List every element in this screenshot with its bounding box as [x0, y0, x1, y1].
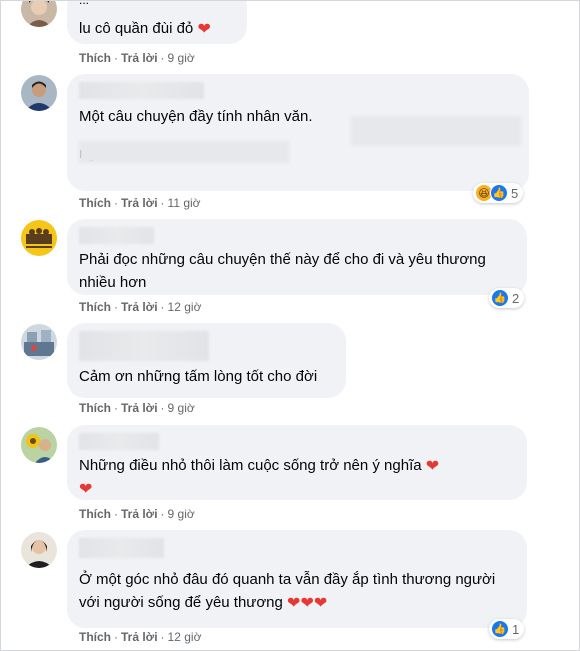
- heart-icon: ❤: [287, 595, 301, 612]
- commenter-name[interactable]: [79, 433, 159, 450]
- avatar[interactable]: [21, 324, 57, 360]
- commenter-name[interactable]: [79, 227, 154, 244]
- commenter-name[interactable]: ...: [79, 1, 235, 8]
- like-reaction-icon: 👍: [491, 289, 509, 307]
- commenter-name[interactable]: [79, 538, 164, 558]
- commenter-name[interactable]: [79, 82, 204, 99]
- comment-bubble: Ở một góc nhỏ đâu đó quanh ta vẫn đầy ắp…: [67, 530, 527, 628]
- comment-bubble: Phải đọc những câu chuyện thế này để cho…: [67, 219, 527, 295]
- comment-actions: Thích · Trả lời · 12 giờ: [79, 300, 202, 314]
- reaction-count: 1: [512, 621, 520, 637]
- reaction-summary[interactable]: 👍 1: [489, 619, 525, 639]
- heart-icon: ❤: [197, 21, 211, 38]
- reply-button[interactable]: Trả lời: [121, 196, 158, 210]
- timestamp[interactable]: 11 giờ: [168, 196, 201, 210]
- reply-button[interactable]: Trả lời: [121, 630, 158, 644]
- commenter-name[interactable]: [79, 331, 209, 361]
- avatar[interactable]: [21, 75, 57, 111]
- like-reaction-icon: 👍: [491, 620, 509, 638]
- comment-bubble: Cảm ơn những tấm lòng tốt cho đời: [67, 323, 346, 398]
- reaction-summary[interactable]: 👍 2: [489, 288, 525, 308]
- reply-button[interactable]: Trả lời: [121, 401, 158, 415]
- like-button[interactable]: Thích: [79, 507, 111, 521]
- like-button[interactable]: Thích: [79, 300, 111, 314]
- heart-icon: ❤: [300, 595, 314, 612]
- heart-icon: ❤: [425, 458, 440, 475]
- reply-button[interactable]: Trả lời: [121, 507, 158, 521]
- comment-actions: Thích · Trả lời · 9 giờ: [79, 401, 195, 415]
- comment-actions: Thích · Trả lời · 9 giờ: [79, 51, 195, 65]
- like-reaction-icon: 👍: [490, 184, 508, 202]
- like-button[interactable]: Thích: [79, 51, 111, 65]
- timestamp[interactable]: 12 giờ: [168, 300, 202, 314]
- like-button[interactable]: Thích: [79, 630, 111, 644]
- comment-text: Những điều nhỏ thôi làm cuộc sống trở nê…: [79, 457, 422, 474]
- avatar[interactable]: [21, 1, 57, 27]
- timestamp[interactable]: 12 giờ: [168, 630, 202, 644]
- redacted-text: [79, 141, 289, 163]
- reply-button[interactable]: Trả lời: [121, 300, 158, 314]
- timestamp[interactable]: 9 giờ: [168, 401, 195, 415]
- comment-actions: Thích · Trả lời · 12 giờ: [79, 630, 202, 644]
- avatar[interactable]: [21, 532, 57, 568]
- like-button[interactable]: Thích: [79, 196, 111, 210]
- timestamp[interactable]: 9 giờ: [168, 51, 195, 65]
- comment-text: lu cô quần đùi đỏ: [79, 20, 194, 37]
- comment-bubble: Những điều nhỏ thôi làm cuộc sống trở nê…: [67, 425, 527, 500]
- avatar[interactable]: [21, 427, 57, 463]
- reaction-count: 2: [512, 290, 520, 306]
- redacted-text: [351, 116, 521, 146]
- like-button[interactable]: Thích: [79, 401, 111, 415]
- comment-section: ... lu cô quần đùi đỏ ❤ Thích · Trả lời · 9 …: [0, 0, 580, 651]
- comment-text: Cảm ơn những tấm lòng tốt cho đời: [79, 368, 318, 385]
- comment-text: Phải đọc những câu chuyện thế này để cho…: [79, 251, 486, 291]
- comment-bubble: ... lu cô quần đùi đỏ ❤: [67, 1, 247, 44]
- comment-actions: Thích · Trả lời · 11 giờ: [79, 196, 201, 210]
- heart-icon: ❤: [79, 481, 93, 498]
- reply-button[interactable]: Trả lời: [121, 51, 158, 65]
- timestamp[interactable]: 9 giờ: [168, 507, 195, 521]
- comment-actions: Thích · Trả lời · 9 giờ: [79, 507, 195, 521]
- reaction-count: 5: [511, 185, 519, 201]
- avatar[interactable]: [21, 220, 57, 256]
- heart-icon: ❤: [313, 595, 328, 612]
- reaction-summary[interactable]: 😆 👍 5: [473, 183, 524, 203]
